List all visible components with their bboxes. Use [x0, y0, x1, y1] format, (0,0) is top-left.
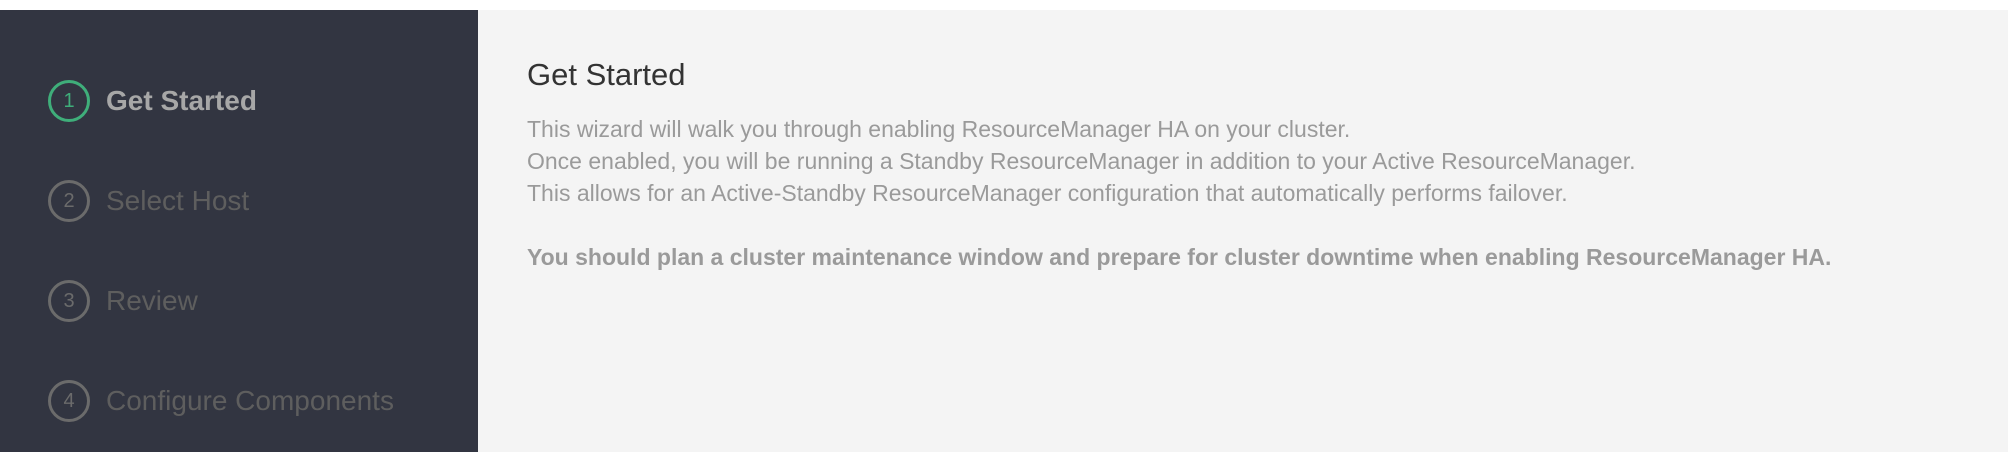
step-label: Get Started — [106, 85, 257, 116]
intro-line: Once enabled, you will be running a Stan… — [527, 148, 1636, 175]
step-label: Review — [106, 285, 198, 316]
step-number-badge: 3 — [48, 280, 90, 322]
step-label: Configure Components — [106, 385, 394, 416]
step-configure-components[interactable]: 4 Configure Components — [48, 378, 478, 424]
wizard-container: 1 Get Started 2 Select Host 3 Review 4 C… — [0, 10, 2008, 452]
wizard-steps-sidebar: 1 Get Started 2 Select Host 3 Review 4 C… — [0, 10, 478, 452]
step-number-badge: 2 — [48, 180, 90, 222]
intro-text: This wizard will walk you through enabli… — [527, 113, 2008, 209]
step-review[interactable]: 3 Review — [48, 278, 478, 324]
step-number-badge: 4 — [48, 380, 90, 422]
intro-line: This wizard will walk you through enabli… — [527, 116, 1351, 143]
step-number-badge: 1 — [48, 80, 90, 122]
wizard-content: Get Started This wizard will walk you th… — [478, 10, 2008, 452]
step-label: Select Host — [106, 185, 250, 216]
maintenance-warning: You should plan a cluster maintenance wi… — [527, 244, 1832, 271]
page-title: Get Started — [527, 57, 686, 92]
step-get-started[interactable]: 1 Get Started — [48, 78, 478, 124]
step-select-host[interactable]: 2 Select Host — [48, 178, 478, 224]
intro-line: This allows for an Active-Standby Resour… — [527, 180, 1568, 207]
